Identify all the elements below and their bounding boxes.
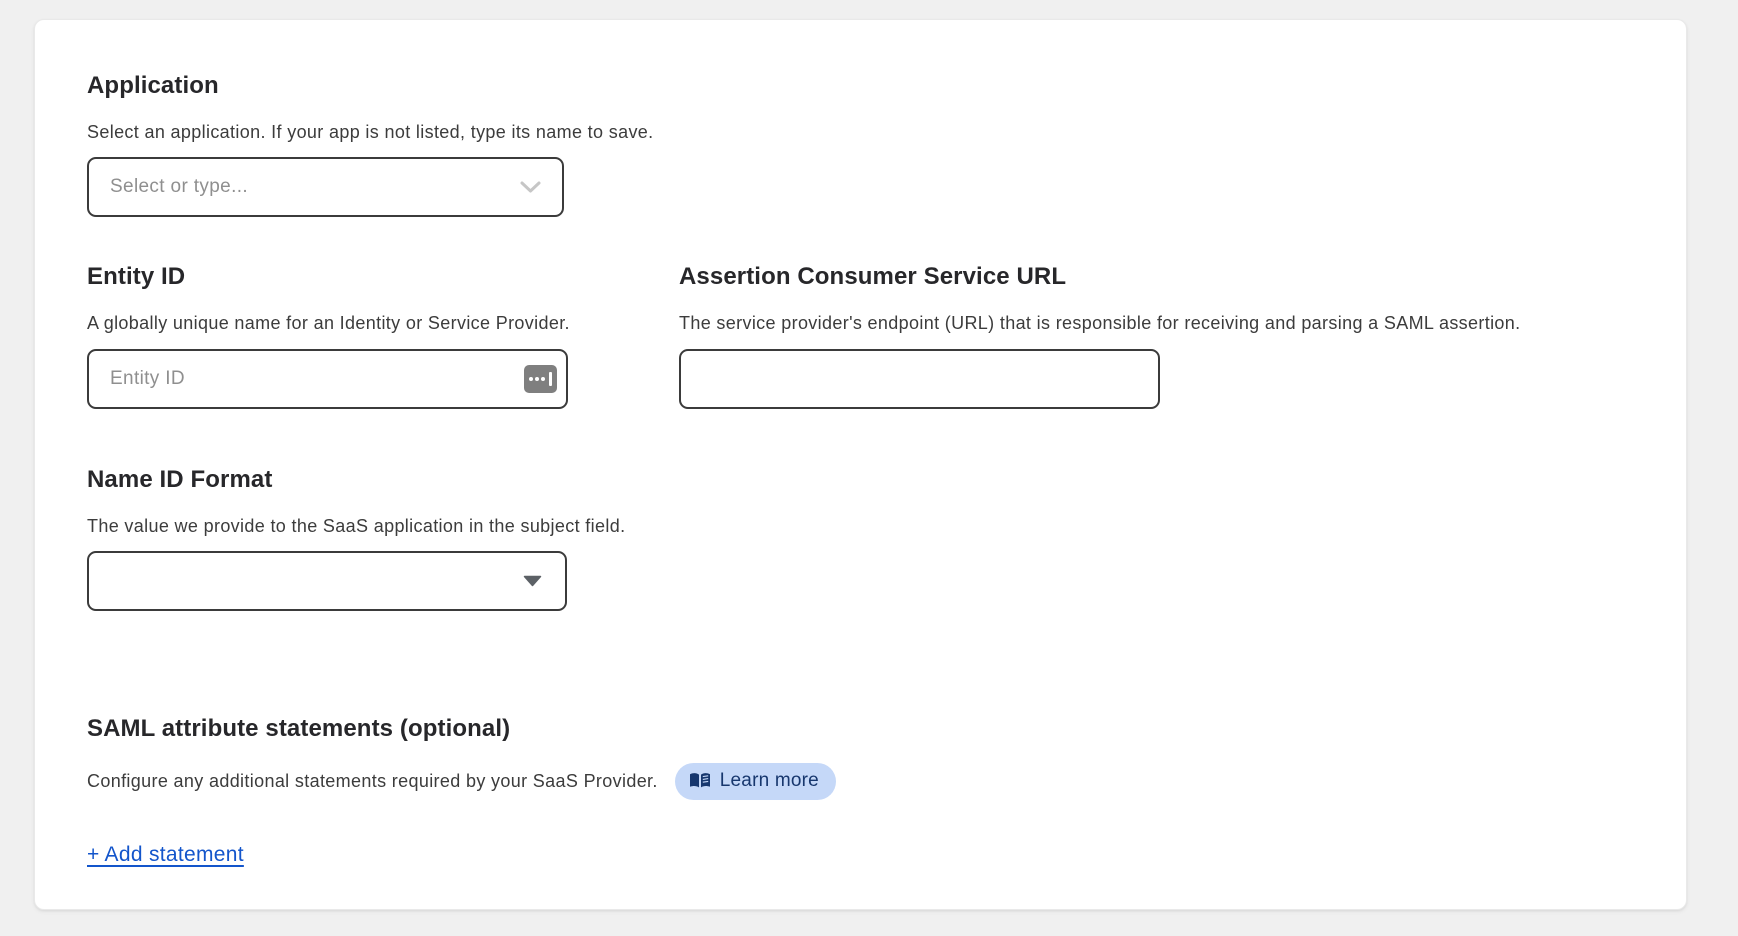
application-description: Select an application. If your app is no… bbox=[87, 120, 1634, 144]
entity-id-title: Entity ID bbox=[87, 263, 679, 291]
acs-url-field bbox=[679, 349, 1160, 409]
name-id-format-description: The value we provide to the SaaS applica… bbox=[87, 514, 1634, 538]
name-id-format-title: Name ID Format bbox=[87, 466, 1634, 494]
learn-more-button[interactable]: Learn more bbox=[675, 763, 836, 800]
entity-id-field bbox=[87, 349, 568, 409]
saml-attributes-description: Configure any additional statements requ… bbox=[87, 769, 658, 793]
acs-url-input[interactable] bbox=[681, 351, 1158, 407]
acs-url-title: Assertion Consumer Service URL bbox=[679, 263, 1634, 291]
autofill-manager-icon[interactable] bbox=[524, 365, 557, 393]
application-select[interactable]: Select or type... bbox=[87, 157, 564, 217]
acs-url-description: The service provider's endpoint (URL) th… bbox=[679, 311, 1634, 335]
open-book-icon bbox=[689, 772, 711, 790]
name-id-format-section: Name ID Format The value we provide to t… bbox=[87, 466, 1634, 611]
application-section: Application Select an application. If yo… bbox=[87, 72, 1634, 217]
application-select-placeholder: Select or type... bbox=[89, 176, 248, 198]
entity-id-input[interactable] bbox=[89, 351, 566, 407]
entity-acs-row: Entity ID A globally unique name for an … bbox=[87, 263, 1634, 408]
entity-id-description: A globally unique name for an Identity o… bbox=[87, 311, 679, 335]
caret-down-icon bbox=[523, 575, 542, 587]
entity-id-section: Entity ID A globally unique name for an … bbox=[87, 263, 679, 408]
application-title: Application bbox=[87, 72, 1634, 100]
add-statement-link[interactable]: + Add statement bbox=[87, 843, 244, 867]
acs-url-section: Assertion Consumer Service URL The servi… bbox=[679, 263, 1634, 408]
saml-attributes-title: SAML attribute statements (optional) bbox=[87, 715, 1634, 743]
saml-config-card: Application Select an application. If yo… bbox=[34, 19, 1687, 910]
learn-more-label: Learn more bbox=[720, 770, 819, 792]
saml-attributes-section: SAML attribute statements (optional) Con… bbox=[87, 715, 1634, 800]
name-id-format-select[interactable] bbox=[87, 551, 567, 611]
chevron-down-icon bbox=[519, 180, 542, 194]
